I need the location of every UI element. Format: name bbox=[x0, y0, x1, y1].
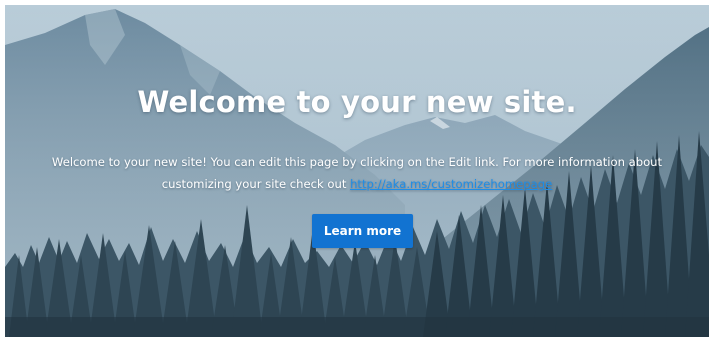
learn-more-button[interactable]: Learn more bbox=[312, 214, 413, 248]
hero-banner: Welcome to your new site. Welcome to you… bbox=[5, 5, 709, 337]
hero-content: Welcome to your new site. Welcome to you… bbox=[5, 5, 709, 337]
hero-title: Welcome to your new site. bbox=[137, 85, 577, 119]
customize-homepage-link[interactable]: http://aka.ms/customizehomepage bbox=[350, 177, 552, 191]
hero-description: Welcome to your new site! You can edit t… bbox=[45, 151, 669, 195]
